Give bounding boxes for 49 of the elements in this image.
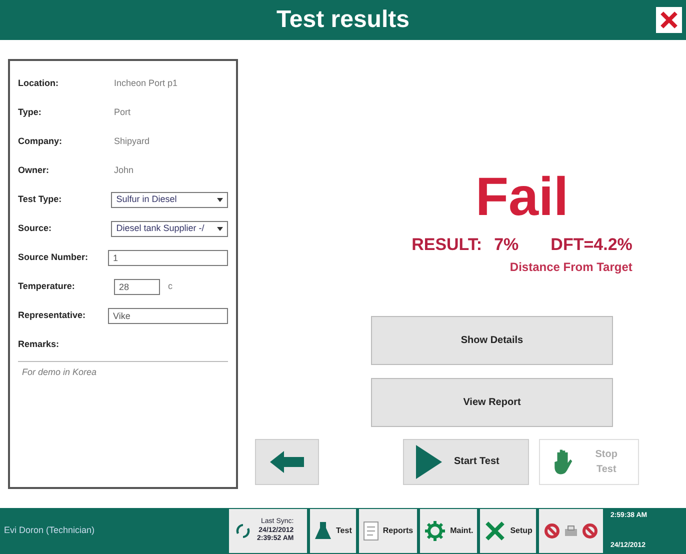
- field-value: Shipyard: [114, 134, 150, 148]
- field-label: Location:: [18, 76, 60, 90]
- field-label: Test Type:: [18, 192, 63, 206]
- arrow-left-icon: [270, 450, 304, 472]
- close-button[interactable]: [656, 7, 682, 33]
- nav-button[interactable]: Reports: [358, 509, 418, 553]
- blocked-icon: [582, 523, 598, 539]
- field-label: Type:: [18, 106, 42, 119]
- dft-value: DFT=4.2%: [550, 234, 632, 256]
- input-field[interactable]: 1: [108, 250, 228, 266]
- start-test-button[interactable]: Start Test: [403, 438, 529, 484]
- user-label: Evi Doron (Technician): [3, 524, 96, 538]
- nav-button[interactable]: Maint.: [420, 509, 478, 553]
- nav-button[interactable]: Setup: [480, 509, 536, 553]
- remarks-field[interactable]: For demo in Korea: [18, 361, 228, 461]
- nav-button[interactable]: Test: [310, 509, 356, 553]
- action-button[interactable]: Show Details: [371, 316, 613, 364]
- tools-icon: [484, 520, 506, 542]
- field-label: Owner:: [18, 164, 50, 177]
- field-label: Temperature:: [18, 280, 76, 293]
- field-value: Port: [114, 106, 131, 119]
- blocked-icon: [544, 523, 560, 539]
- close-icon: [660, 11, 678, 29]
- field-label: Representative:: [18, 308, 87, 322]
- field-label: Source:: [18, 222, 53, 235]
- caret-icon: [217, 226, 223, 230]
- dft-caption: Distance From Target: [510, 258, 632, 276]
- unit-label: c: [168, 280, 172, 293]
- dropdown[interactable]: Sulfur in Diesel: [111, 192, 228, 208]
- document-icon: [362, 521, 379, 541]
- gear-icon: [424, 520, 446, 542]
- verdict-text: Fail: [475, 170, 568, 224]
- result-label: RESULT:: [412, 234, 482, 256]
- flask-icon: [314, 521, 332, 541]
- result-value: 7%: [494, 234, 519, 256]
- action-button[interactable]: View Report: [371, 378, 613, 426]
- printer-icon: [564, 525, 578, 537]
- dropdown[interactable]: Diesel tank Supplier -/: [111, 220, 228, 236]
- field-value: Incheon Port p1: [114, 76, 178, 90]
- field-label: Company:: [18, 134, 64, 148]
- input-field[interactable]: 28: [114, 278, 160, 294]
- window-title: Test results: [276, 5, 410, 35]
- play-icon: [416, 444, 442, 478]
- back-button[interactable]: [255, 438, 319, 484]
- field-label: Remarks:: [18, 338, 60, 351]
- input-field[interactable]: Vike: [108, 308, 228, 324]
- field-label: Source Number:: [18, 250, 90, 264]
- caret-icon: [217, 198, 223, 202]
- field-value: John: [114, 164, 134, 177]
